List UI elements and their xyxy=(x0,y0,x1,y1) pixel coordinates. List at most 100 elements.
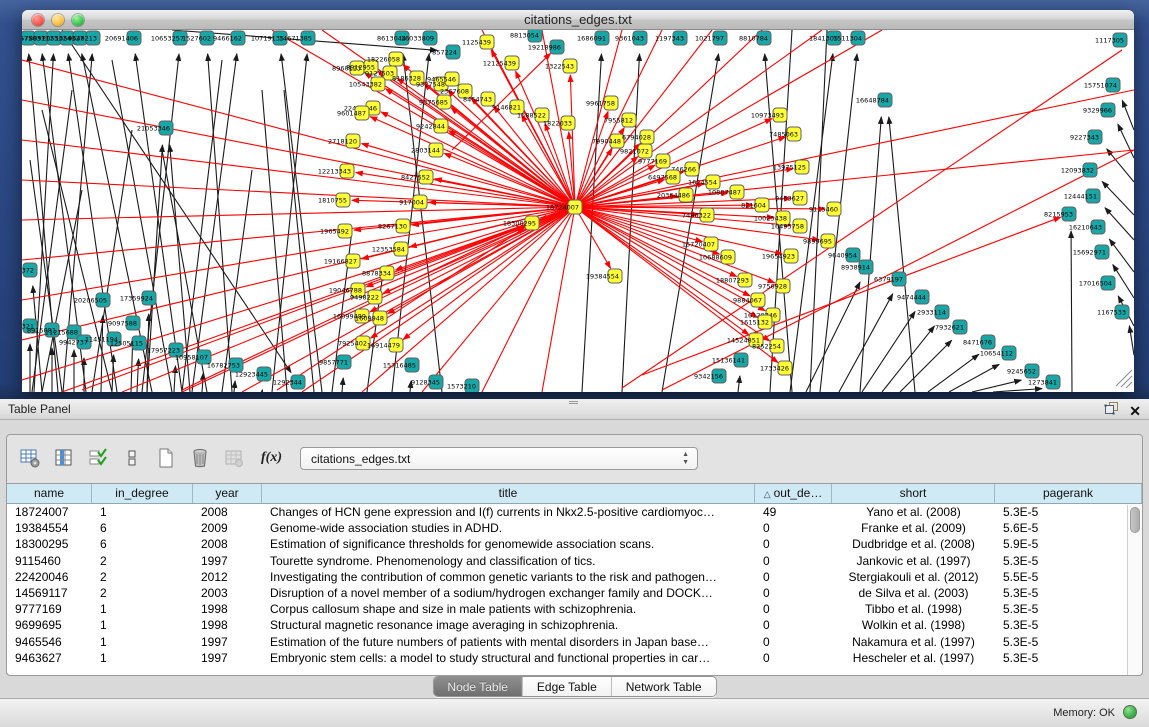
table-row[interactable]: 1830029562008Estimation of significance … xyxy=(7,536,1142,552)
close-panel-icon[interactable]: ✕ xyxy=(1129,403,1141,419)
table-settings-icon[interactable] xyxy=(19,447,41,469)
network-edge[interactable] xyxy=(1129,326,1134,355)
row-height-icon[interactable] xyxy=(121,447,143,469)
tab-node-table[interactable]: Node Table xyxy=(433,677,523,696)
table-cell: Disruption of a novel member of a sodium… xyxy=(262,585,755,601)
vertical-scrollbar[interactable] xyxy=(1127,505,1142,675)
network-edge[interactable] xyxy=(1071,231,1072,392)
network-edge[interactable] xyxy=(234,381,235,392)
network-edge[interactable] xyxy=(362,144,575,207)
network-edge[interactable] xyxy=(1109,239,1134,272)
network-edge[interactable] xyxy=(575,207,765,311)
window-resize-grip[interactable] xyxy=(1121,376,1132,387)
network-edge[interactable] xyxy=(342,378,343,392)
network-edge[interactable] xyxy=(449,131,575,207)
network-edge[interactable] xyxy=(1105,208,1134,240)
table-row[interactable]: 946554611997Estimation of the future num… xyxy=(7,634,1142,650)
table-cell: 1 xyxy=(92,634,193,650)
network-edge[interactable] xyxy=(1118,124,1134,158)
network-edge[interactable] xyxy=(993,389,1042,392)
table-row[interactable]: 1456911722003Disruption of a novel membe… xyxy=(7,585,1142,601)
network-edge[interactable] xyxy=(889,117,915,392)
network-node-label: 18300295 xyxy=(503,220,536,228)
network-edge[interactable] xyxy=(82,226,524,390)
table-cell: 5.3E-5 xyxy=(995,601,1142,617)
network-edge[interactable] xyxy=(862,312,915,392)
table-cell: 1998 xyxy=(193,617,262,633)
column-header-out_de[interactable]: △out_de… xyxy=(755,484,832,503)
network-edge[interactable] xyxy=(182,60,222,392)
network-window[interactable]: citations_edges.txt 24055719575031889112… xyxy=(22,10,1134,392)
network-edge[interactable] xyxy=(820,54,857,392)
network-edge[interactable] xyxy=(1113,265,1134,298)
new-table-icon[interactable] xyxy=(155,447,177,469)
network-edge[interactable] xyxy=(1122,100,1134,130)
network-edge[interactable] xyxy=(949,364,999,392)
column-header-in_degree[interactable]: in_degree xyxy=(92,484,193,503)
table-cell: 5.3E-5 xyxy=(995,617,1142,633)
network-edge[interactable] xyxy=(928,354,979,392)
float-panel-icon[interactable] xyxy=(1104,401,1119,420)
network-edge[interactable] xyxy=(262,90,287,392)
delete-table-icon[interactable] xyxy=(189,447,211,469)
network-edge[interactable] xyxy=(22,207,575,220)
network-edge[interactable] xyxy=(738,376,740,392)
table-toolbar: f(x) citations_edges.txt ▲▼ xyxy=(7,435,1142,481)
network-node-label: 9128345 xyxy=(411,379,440,387)
network-canvas[interactable]: 2405571957503188911232055324105432796482… xyxy=(22,30,1134,392)
window-resize-grip[interactable] xyxy=(1126,382,1132,388)
table-row[interactable]: 911546021997Tourette syndrome. Phenomeno… xyxy=(7,553,1142,569)
network-node-label: 10025438 xyxy=(754,215,787,223)
network-node-label: 8454743 xyxy=(463,96,492,104)
scrollbar-thumb[interactable] xyxy=(1130,507,1140,533)
network-edge[interactable] xyxy=(22,60,575,207)
column-header-pagerank[interactable]: pagerank xyxy=(995,484,1142,503)
column-header-short[interactable]: short xyxy=(832,484,995,503)
show-columns-icon[interactable] xyxy=(53,447,75,469)
network-edge[interactable] xyxy=(1107,149,1134,182)
network-node-label: 12125439 xyxy=(483,60,516,68)
table-row[interactable]: 977716911998Corpus callosum shape and si… xyxy=(7,601,1142,617)
table-panel-title: Table Panel xyxy=(8,402,71,416)
column-header-title[interactable]: title xyxy=(262,484,755,503)
network-node-label: 1167533 xyxy=(1097,309,1126,317)
network-window-title: citations_edges.txt xyxy=(22,12,1134,27)
table-cell: 2008 xyxy=(193,536,262,552)
tab-network-table[interactable]: Network Table xyxy=(612,677,716,696)
network-edge[interactable] xyxy=(882,326,934,392)
network-node-label: 1686091 xyxy=(577,35,606,43)
network-node-label: 10654112 xyxy=(980,350,1013,358)
network-node-label: 2718120 xyxy=(328,138,357,146)
network-edge[interactable] xyxy=(575,207,775,283)
network-window-titlebar[interactable]: citations_edges.txt xyxy=(22,10,1134,30)
table-row[interactable]: 2242004622012Investigating the contribut… xyxy=(7,569,1142,585)
splitter-grip[interactable] xyxy=(569,400,578,406)
table-cell: de Silva et al. (2003) xyxy=(832,585,995,601)
table-source-dropdown[interactable]: citations_edges.txt ▲▼ xyxy=(300,447,698,470)
table-cell: 0 xyxy=(755,569,832,585)
table-source-value: citations_edges.txt xyxy=(311,452,410,466)
table-cell: 5.6E-5 xyxy=(995,520,1142,536)
network-edge[interactable] xyxy=(575,90,1134,207)
column-header-year[interactable]: year xyxy=(193,484,262,503)
import-table-icon[interactable] xyxy=(223,447,245,469)
table-cell: Investigating the contribution of common… xyxy=(262,569,755,585)
network-node-label: 10543382 xyxy=(349,81,382,89)
function-builder-icon[interactable]: f(x) xyxy=(261,450,282,466)
tab-edge-table[interactable]: Edge Table xyxy=(523,677,612,696)
edit-columns-icon[interactable] xyxy=(87,447,109,469)
table-cell: 18724007 xyxy=(7,504,92,520)
table-cell: Nakamura et al. (1997) xyxy=(832,634,995,650)
network-node-label: 1615132 xyxy=(740,319,769,327)
network-node-label: 18226058 xyxy=(367,56,400,64)
table-row[interactable]: 1872400712008Changes of HCN gene express… xyxy=(7,504,1142,520)
network-edge[interactable] xyxy=(575,157,638,207)
table-cell: 5.3E-5 xyxy=(995,553,1142,569)
network-edge[interactable] xyxy=(900,340,952,392)
table-row[interactable]: 969969511998Structural magnetic resonanc… xyxy=(7,617,1142,633)
table-row[interactable]: 1938455462009Genome-wide association stu… xyxy=(7,520,1142,536)
network-edge[interactable] xyxy=(860,117,881,392)
table-row[interactable]: 946362711997Embryonic stem cells: a mode… xyxy=(7,650,1142,666)
network-edge[interactable] xyxy=(542,207,575,392)
column-header-name[interactable]: name xyxy=(7,484,92,503)
